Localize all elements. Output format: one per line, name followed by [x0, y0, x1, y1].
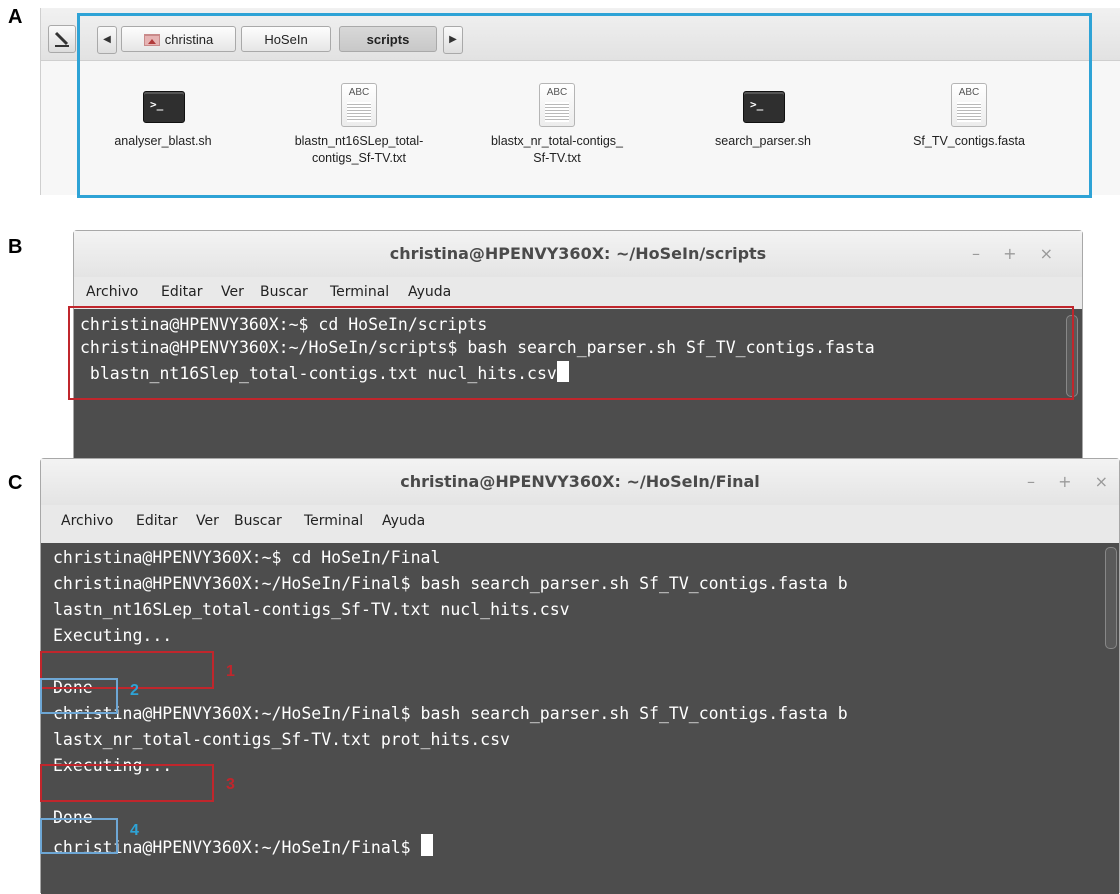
- panel-label-a: A: [8, 6, 23, 28]
- minimize-button[interactable]: –: [972, 231, 980, 277]
- terminal-line: christina@HPENVY360X:~/HoSeIn/Final$ bas…: [53, 574, 848, 593]
- annotation-number-2: 2: [130, 682, 139, 699]
- highlight-box-panel-b: [68, 306, 1074, 400]
- menu-archivo[interactable]: Archivo: [61, 507, 113, 535]
- text-cursor: [420, 834, 433, 856]
- highlight-executing-3: [40, 764, 214, 802]
- panel-label-c: C: [8, 472, 23, 494]
- close-button[interactable]: ×: [1095, 459, 1108, 505]
- terminal-line: christina@HPENVY360X:~/HoSeIn/Final$ bas…: [53, 704, 848, 723]
- annotation-number-4: 4: [130, 822, 139, 839]
- scrollbar[interactable]: [1105, 547, 1117, 649]
- menu-buscar[interactable]: Buscar: [260, 278, 308, 306]
- menu-bar: Archivo Editar Ver Buscar Terminal Ayuda: [41, 507, 1119, 535]
- menu-ver[interactable]: Ver: [196, 507, 219, 535]
- annotation-number-1: 1: [226, 663, 235, 680]
- panel-label-b: B: [8, 236, 23, 258]
- window-controls: – + ×: [1009, 459, 1108, 505]
- annotation-number-3: 3: [226, 776, 235, 793]
- maximize-button[interactable]: +: [1058, 459, 1071, 505]
- menu-buscar[interactable]: Buscar: [234, 507, 282, 535]
- window-title: christina@HPENVY360X: ~/HoSeIn/Final: [41, 459, 1119, 505]
- terminal-line: lastn_nt16SLep_total-contigs_Sf-TV.txt n…: [53, 600, 570, 619]
- terminal-line: christina@HPENVY360X:~$ cd HoSeIn/Final: [53, 548, 441, 567]
- terminal-output[interactable]: christina@HPENVY360X:~$ cd HoSeIn/Final …: [41, 543, 1119, 894]
- maximize-button[interactable]: +: [1003, 231, 1016, 277]
- window-controls: – + ×: [954, 231, 1053, 277]
- menu-bar: Archivo Editar Ver Buscar Terminal Ayuda: [74, 278, 1082, 306]
- highlight-done-2: [40, 678, 118, 714]
- highlight-box-panel-a: [77, 13, 1092, 198]
- terminal-line: Executing...: [53, 626, 173, 645]
- menu-archivo[interactable]: Archivo: [86, 278, 138, 306]
- window-title: christina@HPENVY360X: ~/HoSeIn/scripts: [74, 231, 1082, 277]
- terminal-line: lastx_nr_total-contigs_Sf-TV.txt prot_hi…: [53, 730, 510, 749]
- menu-editar[interactable]: Editar: [136, 507, 177, 535]
- menu-ayuda[interactable]: Ayuda: [408, 278, 451, 306]
- pencil-icon: [54, 31, 69, 47]
- minimize-button[interactable]: –: [1027, 459, 1035, 505]
- menu-terminal[interactable]: Terminal: [330, 278, 389, 306]
- menu-terminal[interactable]: Terminal: [304, 507, 363, 535]
- menu-ver[interactable]: Ver: [221, 278, 244, 306]
- menu-ayuda[interactable]: Ayuda: [382, 507, 425, 535]
- highlight-done-4: [40, 818, 118, 854]
- menu-editar[interactable]: Editar: [161, 278, 202, 306]
- toggle-location-button[interactable]: [48, 25, 76, 53]
- close-button[interactable]: ×: [1040, 231, 1053, 277]
